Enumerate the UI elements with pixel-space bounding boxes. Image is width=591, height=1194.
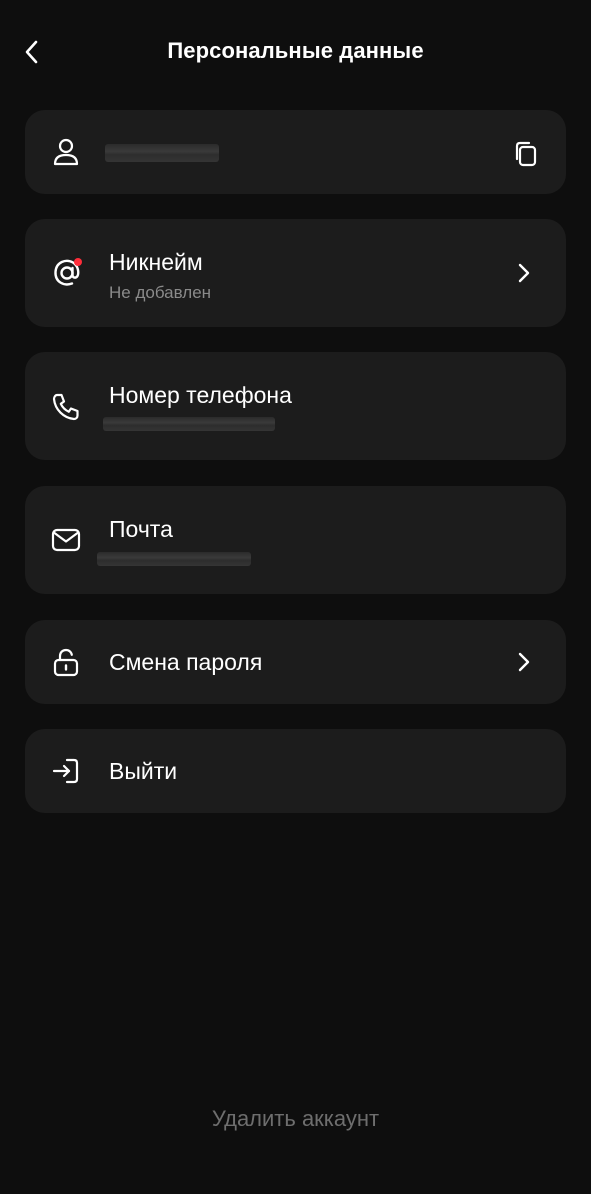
page-title: Персональные данные: [167, 38, 424, 63]
profile-name-card: [25, 110, 566, 194]
nickname-status: Не добавлен: [109, 283, 212, 302]
email-value-hidden: [97, 552, 251, 566]
email-row[interactable]: Почта: [25, 486, 566, 594]
phone-value-hidden: [103, 417, 275, 431]
nickname-row[interactable]: Никнейм Не добавлен: [25, 219, 566, 327]
unlock-icon: [51, 647, 81, 677]
profile-name-hidden: [105, 144, 219, 162]
chevron-right-icon: [514, 261, 534, 285]
top-bar: Персональные данные: [0, 0, 591, 104]
logout-label: Выйти: [109, 758, 178, 784]
mail-icon: [51, 525, 81, 555]
copy-button[interactable]: [508, 136, 544, 172]
logout-row[interactable]: Выйти: [25, 729, 566, 813]
email-label: Почта: [109, 516, 173, 542]
delete-account-link[interactable]: Удалить аккаунт: [0, 1106, 591, 1132]
notification-dot: [74, 258, 82, 266]
change-password-row[interactable]: Смена пароля: [25, 620, 566, 704]
phone-label: Номер телефона: [109, 382, 292, 408]
phone-icon: [51, 392, 81, 422]
chevron-right-icon: [514, 650, 534, 674]
nickname-label: Никнейм: [109, 249, 203, 275]
sign-in-icon: [51, 756, 81, 786]
change-password-label: Смена пароля: [109, 649, 263, 675]
at-sign-icon: [51, 257, 83, 289]
user-icon: [51, 137, 81, 167]
copy-icon: [515, 141, 537, 167]
phone-row[interactable]: Номер телефона: [25, 352, 566, 460]
